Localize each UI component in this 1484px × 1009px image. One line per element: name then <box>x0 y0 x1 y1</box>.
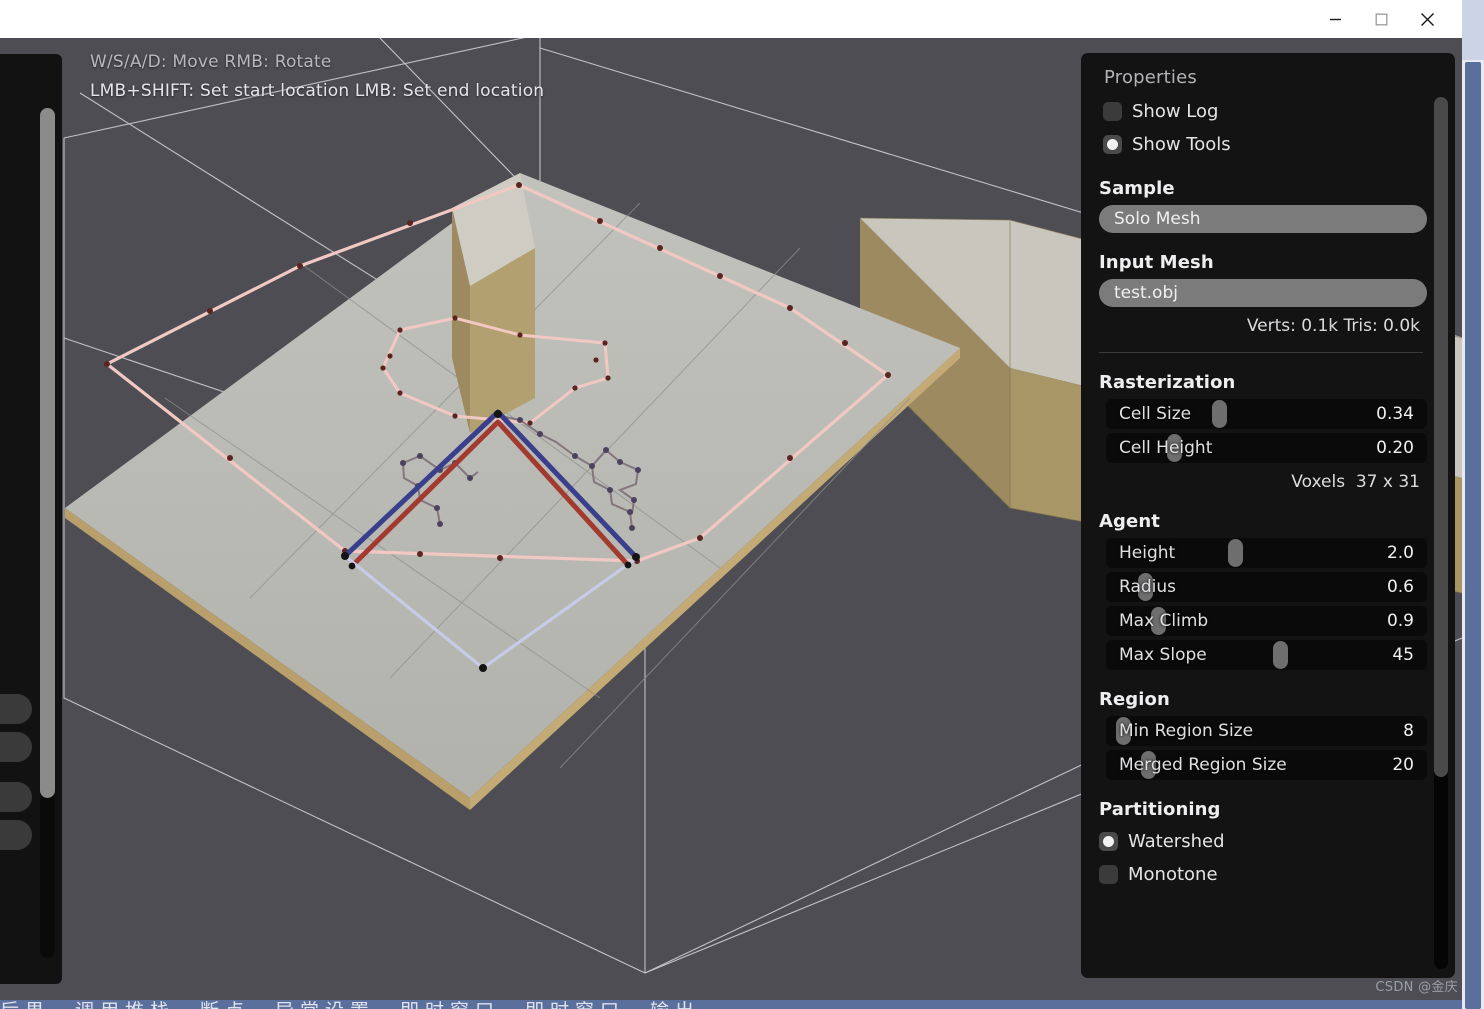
slider-cell-size[interactable]: Cell Size 0.34 <box>1106 399 1427 429</box>
slider-value-cell-height: 0.20 <box>1376 438 1414 458</box>
tool-button-2[interactable] <box>0 732 32 762</box>
radio-monotone[interactable]: Monotone <box>1099 859 1433 889</box>
voxels-label: Voxels <box>1291 472 1346 492</box>
slider-agent-height[interactable]: Height 2.0 <box>1106 538 1427 568</box>
tool-button-1[interactable] <box>0 694 32 724</box>
slider-label-min-region-size: Min Region Size <box>1119 721 1254 741</box>
window-titlebar <box>0 0 1462 38</box>
close-button[interactable] <box>1404 0 1450 38</box>
voxels-info: Voxels 37 x 31 <box>1090 472 1420 492</box>
section-heading-partitioning: Partitioning <box>1099 799 1221 820</box>
slider-label-cell-size: Cell Size <box>1119 404 1192 424</box>
checkbox-icon-show-log[interactable] <box>1103 101 1122 121</box>
help-line-2: LMB+SHIFT: Set start location LMB: Set e… <box>90 81 545 101</box>
properties-panel[interactable]: Properties Show Log Show Tools Sample So… <box>1081 53 1455 978</box>
slider-handle-max-slope[interactable] <box>1272 641 1288 669</box>
checkbox-icon-show-tools[interactable] <box>1103 134 1122 154</box>
section-heading-agent: Agent <box>1099 511 1160 532</box>
slider-max-slope[interactable]: Max Slope 45 <box>1106 640 1427 670</box>
toggle-show-tools-label: Show Tools <box>1132 133 1231 155</box>
viewport-help-text: W/S/A/D: Move RMB: Rotate LMB+SHIFT: Set… <box>90 48 544 106</box>
screen-root: W/S/A/D: Move RMB: Rotate LMB+SHIFT: Set… <box>0 0 1484 1009</box>
close-icon <box>1420 12 1435 27</box>
slider-merged-region-size[interactable]: Merged Region Size 20 <box>1106 750 1427 780</box>
tools-panel[interactable] <box>0 54 62 984</box>
input-mesh-value: test.obj <box>1114 283 1178 303</box>
slider-value-agent-radius: 0.6 <box>1386 577 1414 597</box>
slider-value-merged-region-size: 20 <box>1392 755 1414 775</box>
radio-watershed[interactable]: Watershed <box>1099 826 1433 856</box>
slider-label-agent-radius: Radius <box>1119 577 1177 597</box>
maximize-button[interactable] <box>1358 0 1404 38</box>
voxels-value: 37 x 31 <box>1355 472 1420 492</box>
slider-label-cell-height: Cell Height <box>1119 438 1213 458</box>
toggle-show-log[interactable]: Show Log <box>1103 96 1433 126</box>
slider-min-region-size[interactable]: Min Region Size 8 <box>1106 716 1427 746</box>
radio-watershed-label: Watershed <box>1128 830 1225 852</box>
radio-icon-monotone[interactable] <box>1099 864 1118 884</box>
tool-button-3[interactable] <box>0 782 32 812</box>
obstacle-pillar-center <box>452 173 535 433</box>
section-heading-region: Region <box>1099 689 1170 710</box>
slider-value-agent-height: 2.0 <box>1386 543 1414 563</box>
slider-label-max-climb: Max Climb <box>1119 611 1209 631</box>
help-line-1: W/S/A/D: Move RMB: Rotate <box>90 52 332 72</box>
slider-label-max-slope: Max Slope <box>1119 645 1207 665</box>
page-scrollbar-thumb[interactable] <box>1465 62 1481 1009</box>
recast-demo-window: W/S/A/D: Move RMB: Rotate LMB+SHIFT: Set… <box>0 38 1462 1000</box>
page-scrollbar[interactable] <box>1462 0 1484 1009</box>
slider-max-climb[interactable]: Max Climb 0.9 <box>1106 606 1427 636</box>
bottom-strip-text: 后果，调用堆栈，断点，异常设置，即时窗口，即时窗口，输出 <box>0 1000 700 1009</box>
section-divider <box>1099 352 1423 353</box>
slider-cell-height[interactable]: Cell Height 0.20 <box>1106 433 1427 463</box>
input-mesh-selector[interactable]: test.obj <box>1099 279 1427 307</box>
toggle-show-log-label: Show Log <box>1132 100 1219 122</box>
mesh-stats: Verts: 0.1k Tris: 0.0k <box>1246 316 1420 336</box>
minimize-icon <box>1329 13 1342 26</box>
sample-selector[interactable]: Solo Mesh <box>1099 205 1427 233</box>
radio-icon-watershed[interactable] <box>1099 831 1118 851</box>
section-heading-sample: Sample <box>1099 178 1175 199</box>
radio-monotone-label: Monotone <box>1128 863 1218 885</box>
slider-label-merged-region-size: Merged Region Size <box>1119 755 1287 775</box>
slider-value-max-slope: 45 <box>1392 645 1414 665</box>
properties-panel-content: Properties Show Log Show Tools Sample So… <box>1081 53 1455 978</box>
section-heading-rasterization: Rasterization <box>1099 372 1236 393</box>
slider-handle-cell-size[interactable] <box>1211 400 1227 428</box>
slider-value-min-region-size: 8 <box>1403 721 1414 741</box>
properties-scrollbar-thumb[interactable] <box>1434 97 1448 777</box>
minimize-button[interactable] <box>1312 0 1358 38</box>
slider-label-agent-height: Height <box>1119 543 1176 563</box>
sample-selector-value: Solo Mesh <box>1114 209 1201 229</box>
slider-value-cell-size: 0.34 <box>1376 404 1414 424</box>
csdn-watermark: CSDN @金庆 <box>1375 980 1458 995</box>
properties-panel-title: Properties <box>1104 67 1197 88</box>
toggle-show-tools[interactable]: Show Tools <box>1103 129 1433 159</box>
slider-handle-agent-height[interactable] <box>1227 539 1243 567</box>
slider-agent-radius[interactable]: Radius 0.6 <box>1106 572 1427 602</box>
section-heading-input-mesh: Input Mesh <box>1099 252 1214 273</box>
tool-button-4[interactable] <box>0 820 32 850</box>
page-bottom-strip: 后果，调用堆栈，断点，异常设置，即时窗口，即时窗口，输出 <box>0 1000 1462 1009</box>
tools-scrollbar-thumb[interactable] <box>40 108 55 798</box>
window-controls <box>1312 0 1450 38</box>
slider-value-max-climb: 0.9 <box>1386 611 1414 631</box>
page-scrollbar-track[interactable] <box>1462 0 1484 60</box>
maximize-icon <box>1375 13 1388 26</box>
